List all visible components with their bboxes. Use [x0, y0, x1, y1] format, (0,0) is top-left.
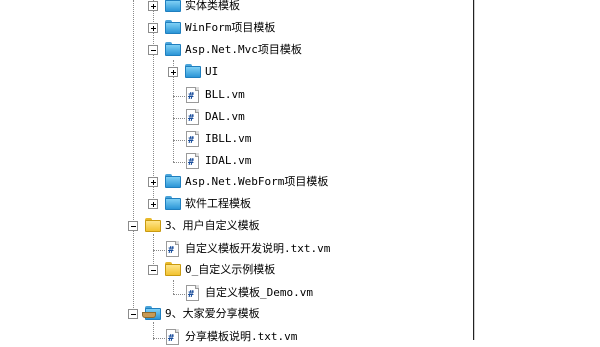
tree-node-winform-templates[interactable]: WinForm项目模板 [148, 18, 448, 38]
tree-node-aspnet-webform-templates[interactable]: Asp.Net.WebForm项目模板 [148, 172, 448, 192]
csharp-file-icon: # [186, 285, 200, 301]
tree-node-label: 软件工程模板 [185, 197, 251, 210]
tree-node-label: 9、大家爱分享模板 [165, 307, 260, 320]
tree-guide-line [153, 250, 165, 251]
expand-toggle[interactable] [148, 177, 158, 187]
csharp-file-icon: # [186, 153, 200, 169]
csharp-file-icon: # [186, 109, 200, 125]
tree-node-ui-folder[interactable]: UI [168, 62, 368, 82]
tree-node-custom-dev-readme[interactable]: # 自定义模板开发说明.txt.vm [166, 239, 466, 259]
folder-icon [185, 64, 201, 78]
folder-icon [165, 0, 181, 12]
tree-node-label: Asp.Net.WebForm项目模板 [185, 175, 329, 188]
tree-guide-line [173, 96, 185, 97]
tree-guide-line [173, 118, 185, 119]
tree-node-bll-file[interactable]: # BLL.vm [186, 85, 386, 105]
expand-toggle[interactable] [148, 1, 158, 11]
tree-node-entity-templates[interactable]: 实体类模板 [148, 0, 448, 16]
tree-node-label: WinForm项目模板 [185, 21, 276, 34]
collapse-toggle[interactable] [148, 265, 158, 275]
csharp-file-icon: # [186, 131, 200, 147]
tree-node-software-engineering-templates[interactable]: 软件工程模板 [148, 194, 448, 214]
collapse-toggle[interactable] [148, 45, 158, 55]
collapse-toggle[interactable] [128, 221, 138, 231]
panel-splitter-shadow [474, 0, 475, 340]
tree-node-aspnet-mvc-templates[interactable]: Asp.Net.Mvc项目模板 [148, 40, 448, 60]
expand-toggle[interactable] [148, 23, 158, 33]
tree-node-label: UI [205, 65, 219, 78]
folder-icon [165, 42, 181, 56]
tree-node-share-readme[interactable]: # 分享模板说明.txt.vm [166, 327, 466, 347]
tree-node-custom-demo-file[interactable]: # 自定义模板_Demo.vm [186, 283, 436, 303]
collapse-toggle[interactable] [128, 309, 138, 319]
expand-toggle[interactable] [168, 67, 178, 77]
tree-node-label: 3、用户自定义模板 [165, 219, 260, 232]
tree-node-label: 自定义模板开发说明.txt.vm [185, 242, 331, 255]
tree-node-label: 分享模板说明.txt.vm [185, 330, 298, 343]
share-hand-icon [142, 312, 156, 318]
folder-icon [165, 262, 181, 276]
tree-guide-line [133, 0, 134, 316]
tree-node-shared-templates[interactable]: 9、大家爱分享模板 [128, 304, 428, 324]
expand-toggle[interactable] [148, 199, 158, 209]
tree-node-custom-sample-templates[interactable]: 0_自定义示例模板 [148, 260, 448, 280]
tree-guide-line [173, 140, 185, 141]
template-tree-panel: 实体类模板 WinForm项目模板 Asp.Net.Mvc项目模板 UI # B… [0, 0, 600, 345]
tree-node-label: IDAL.vm [205, 154, 252, 167]
tree-guide-line [173, 162, 185, 163]
folder-icon [165, 20, 181, 34]
csharp-file-icon: # [186, 87, 200, 103]
tree-node-ibll-file[interactable]: # IBLL.vm [186, 129, 386, 149]
csharp-file-icon: # [166, 329, 180, 345]
tree-node-label: 0_自定义示例模板 [185, 263, 276, 276]
folder-icon [165, 174, 181, 188]
tree-node-label: 自定义模板_Demo.vm [205, 286, 313, 299]
tree-node-label: 实体类模板 [185, 0, 240, 12]
folder-icon [165, 196, 181, 210]
tree-node-label: DAL.vm [205, 110, 245, 123]
tree-guide-line [173, 280, 174, 294]
tree-guide-line [173, 294, 185, 295]
folder-icon [145, 218, 161, 232]
tree-node-label: Asp.Net.Mvc项目模板 [185, 43, 302, 56]
tree-node-idal-file[interactable]: # IDAL.vm [186, 151, 386, 171]
tree-node-label: BLL.vm [205, 88, 245, 101]
tree-node-dal-file[interactable]: # DAL.vm [186, 107, 386, 127]
tree-guide-line [153, 338, 165, 339]
tree-node-user-custom-templates[interactable]: 3、用户自定义模板 [128, 216, 428, 236]
tree-node-label: IBLL.vm [205, 132, 252, 145]
csharp-file-icon: # [166, 241, 180, 257]
